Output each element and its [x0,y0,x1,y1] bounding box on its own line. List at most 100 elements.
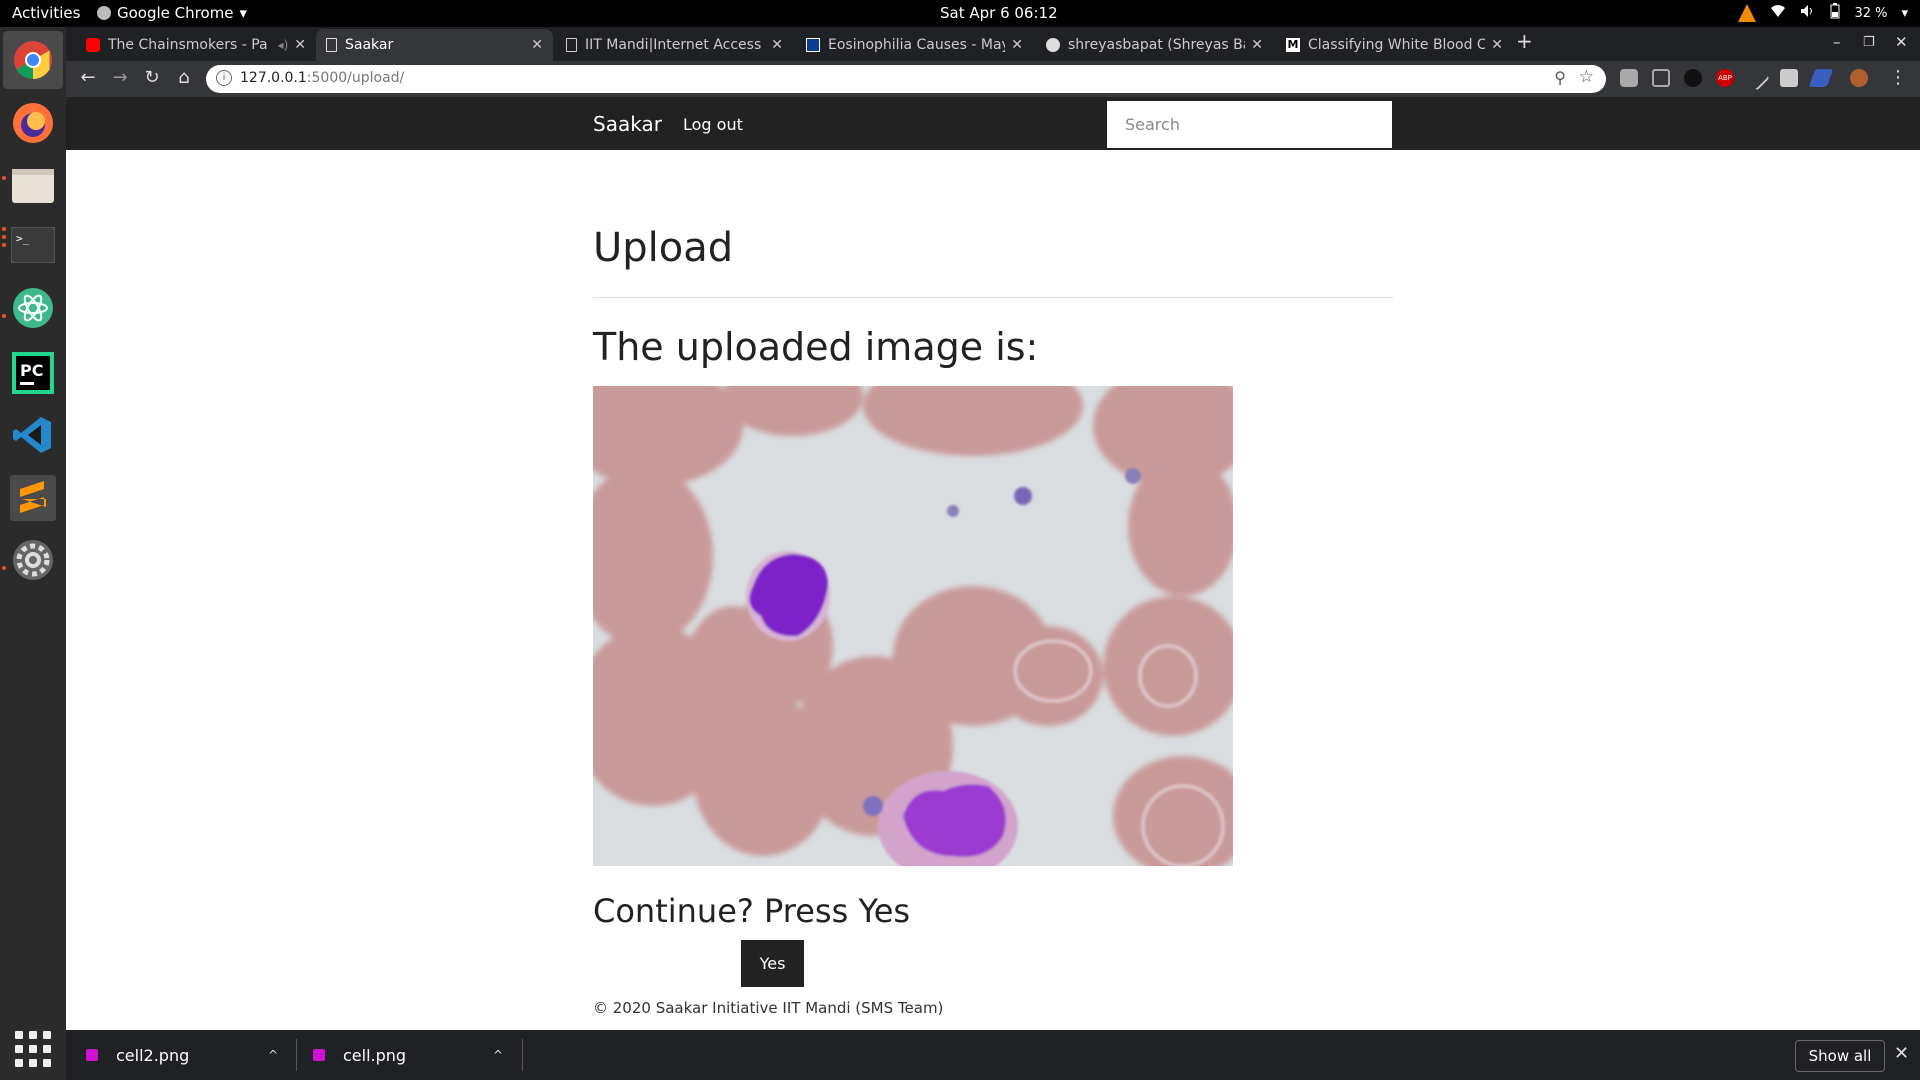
divider [296,1039,297,1071]
camera-extension-icon[interactable] [1620,69,1638,87]
close-tab-icon[interactable]: ✕ [531,37,543,53]
url-text: 127.0.0.1:5000/upload/ [240,70,405,86]
chevron-down-icon: ▾ [239,4,248,22]
show-applications-button[interactable] [9,1025,57,1073]
app-menu[interactable]: Google Chrome ▾ [97,4,247,22]
tab-title: Classifying White Blood C [1308,37,1486,53]
medium-icon: M [1286,38,1300,52]
pocket-extension-icon[interactable] [1652,69,1670,87]
site-navbar: Saakar Log out [66,97,1920,150]
mayo-icon [806,38,820,52]
close-downloads-icon[interactable]: ✕ [1894,1043,1909,1064]
clock[interactable]: Sat Apr 6 06:12 [940,4,1058,22]
pycharm-icon: PC [12,352,54,394]
minimize-button[interactable]: – [1833,33,1841,51]
home-button[interactable]: ⌂ [172,67,196,88]
tab-chainsmokers[interactable]: The Chainsmokers - Pa ◂) ✕ [76,29,316,61]
folder-icon [12,169,54,203]
pycharm-launcher[interactable]: PC [9,349,57,397]
adblock-extension-icon[interactable]: ABP [1716,69,1734,87]
chevron-up-icon[interactable]: ^ [493,1048,503,1062]
brand-link[interactable]: Saakar [593,112,662,136]
wifi-icon [1770,4,1786,22]
tab-strip: The Chainsmokers - Pa ◂) ✕ Saakar ✕ IIT … [66,27,1920,61]
continue-prompt: Continue? Press Yes [593,892,911,930]
close-tab-icon[interactable]: ✕ [1251,37,1263,53]
vlc-icon[interactable] [1738,4,1757,22]
uploaded-cell-image [593,386,1233,866]
tab-saakar[interactable]: Saakar ✕ [316,29,553,61]
browser-toolbar: ← → ↻ ⌂ i 127.0.0.1:5000/upload/ ⚲ ☆ ABP… [66,61,1920,97]
image-file-icon [86,1049,98,1061]
logout-link[interactable]: Log out [683,115,743,134]
close-tab-icon[interactable]: ✕ [771,37,783,53]
close-tab-icon[interactable]: ✕ [1011,37,1023,53]
download-filename: cell.png [343,1045,407,1065]
download-item[interactable]: cell.png ^ [313,1030,513,1080]
reload-button[interactable]: ↻ [140,67,164,88]
app-grid-icon [15,1031,51,1067]
close-tab-icon[interactable]: ✕ [1491,37,1503,53]
sublime-launcher[interactable] [9,474,57,522]
battery-percent: 32 % [1854,5,1888,21]
pen-extension-icon[interactable] [1744,65,1770,91]
chrome-icon [14,41,52,80]
system-tray[interactable]: 32 % ▾ [1738,3,1908,23]
chevron-up-icon[interactable]: ^ [268,1048,278,1062]
app-menu-label: Google Chrome [117,4,234,22]
ghostery-extension-icon[interactable] [1684,69,1702,87]
tab-iit-mandi[interactable]: IIT Mandi|Internet Access ✕ [556,29,793,61]
close-tab-icon[interactable]: ✕ [294,37,306,53]
restore-button[interactable]: ❐ [1863,35,1875,50]
search-input[interactable] [1107,101,1392,148]
back-button[interactable]: ← [76,67,100,88]
address-bar[interactable]: i 127.0.0.1:5000/upload/ ⚲ ☆ [206,65,1606,93]
chrome-small-icon [97,6,111,20]
footer-text: © 2020 Saakar Initiative IIT Mandi (SMS … [593,999,944,1017]
files-launcher[interactable] [9,161,57,209]
tab-eosinophilia[interactable]: Eosinophilia Causes - May ✕ [796,29,1033,61]
gear-icon [13,540,53,580]
forward-button[interactable]: → [108,67,132,88]
profile-avatar[interactable] [1850,69,1868,87]
system-top-bar: Activities Google Chrome ▾ Sat Apr 6 06:… [0,0,1920,27]
terminal-launcher[interactable]: >_ [9,221,57,269]
page-icon [566,38,577,52]
page-title: Upload [593,225,734,271]
chrome-launcher[interactable] [3,31,63,89]
tab-medium[interactable]: M Classifying White Blood C ✕ [1276,29,1513,61]
chevron-down-icon: ▾ [1901,5,1908,21]
show-all-downloads-button[interactable]: Show all [1795,1040,1885,1072]
tab-title: Eosinophilia Causes - May [828,37,1006,53]
github-icon [1046,38,1060,52]
running-indicator [2,227,6,231]
new-tab-button[interactable]: + [1516,29,1533,53]
zoom-icon[interactable]: ⚲ [1554,68,1566,87]
yes-button[interactable]: Yes [741,940,804,987]
running-indicator [2,566,6,570]
tab-title: Saakar [345,37,394,53]
info-icon[interactable]: i [216,70,232,86]
running-indicator [2,243,6,247]
youtube-icon [86,38,100,52]
bookmark-star-icon[interactable]: ☆ [1579,67,1594,87]
firefox-launcher[interactable] [9,99,57,147]
kebab-menu-icon[interactable]: ⋮ [1886,67,1910,88]
tab-title: IIT Mandi|Internet Access [585,37,762,53]
volume-icon [1800,4,1816,22]
tab-github[interactable]: shreyasbapat (Shreyas Ba ✕ [1036,29,1273,61]
vscode-launcher[interactable] [9,411,57,459]
settings-launcher[interactable] [9,536,57,584]
activities-button[interactable]: Activities [12,4,80,22]
download-filename: cell2.png [116,1045,190,1065]
running-indicator [2,235,6,239]
clipper-extension-icon[interactable] [1780,69,1798,87]
section-heading: The uploaded image is: [593,325,1039,369]
pen-blue-extension-icon[interactable] [1808,69,1834,87]
downloads-bar: cell2.png ^ cell.png ^ Show all ✕ [66,1030,1920,1080]
tab-title: The Chainsmokers - Pa [108,37,268,53]
close-window-button[interactable]: ✕ [1895,33,1908,51]
terminal-icon: >_ [11,227,55,263]
atom-launcher[interactable] [9,284,57,332]
download-item[interactable]: cell2.png ^ [86,1030,286,1080]
